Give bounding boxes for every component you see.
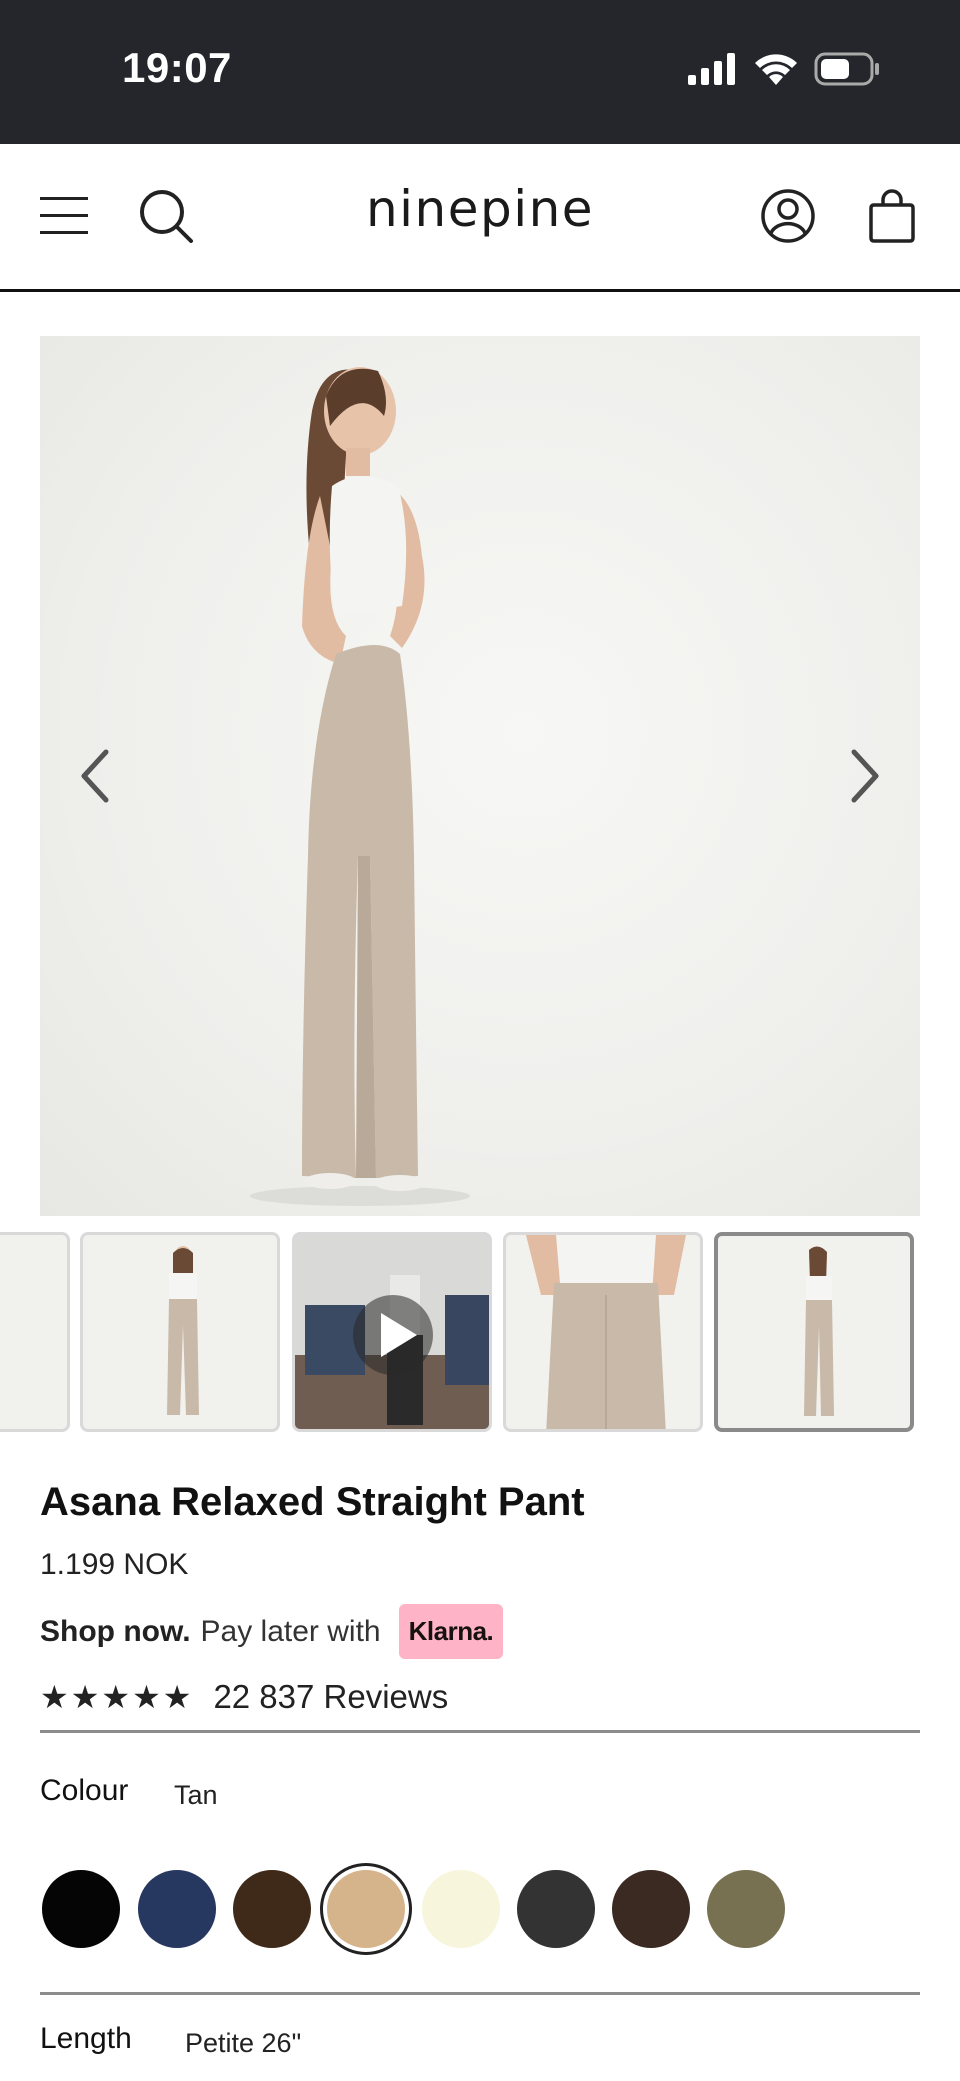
- thumbnail-front[interactable]: [80, 1232, 280, 1432]
- swatch-charcoal[interactable]: [517, 1870, 595, 1948]
- star-rating-icon: ★★★★★: [40, 1679, 194, 1715]
- length-label: Length: [40, 2022, 132, 2055]
- thumbnail-strip: [0, 1232, 960, 1436]
- product-title: Asana Relaxed Straight Pant: [40, 1480, 585, 1524]
- site-header: ninepine: [0, 144, 960, 292]
- battery-icon: [814, 52, 879, 86]
- wifi-icon: [755, 54, 797, 85]
- klarna-pay-later: Pay later with: [200, 1614, 381, 1648]
- length-selected-value[interactable]: Petite 26": [185, 2028, 301, 2059]
- swatch-tan[interactable]: [327, 1870, 405, 1948]
- model-back-view-image: [250, 367, 470, 1206]
- account-icon[interactable]: [758, 186, 818, 246]
- next-image-arrow[interactable]: [836, 736, 896, 816]
- swatch-black[interactable]: [42, 1870, 120, 1948]
- divider: [40, 1992, 920, 1995]
- swatch-navy[interactable]: [138, 1870, 216, 1948]
- colour-swatches: [0, 1864, 960, 1960]
- status-bar: 19:07: [0, 0, 960, 144]
- thumbnail-video[interactable]: [292, 1232, 492, 1432]
- cart-bag-icon[interactable]: [862, 186, 922, 246]
- colour-label: Colour: [40, 1774, 129, 1807]
- prev-image-arrow[interactable]: [64, 736, 124, 816]
- swatch-chocolate[interactable]: [233, 1870, 311, 1948]
- thumbnail-detail[interactable]: [503, 1232, 703, 1432]
- klarna-row[interactable]: Shop now. Pay later with Klarna.: [40, 1604, 504, 1659]
- status-time: 19:07: [122, 44, 232, 91]
- swatch-espresso[interactable]: [612, 1870, 690, 1948]
- status-icons: [688, 52, 880, 86]
- product-main-image[interactable]: [40, 336, 920, 1216]
- colour-selected-value: Tan: [174, 1780, 218, 1810]
- divider: [40, 1730, 920, 1733]
- swatch-olive[interactable]: [707, 1870, 785, 1948]
- signal-icon: [688, 53, 735, 85]
- chevron-left-icon: [81, 749, 109, 803]
- chevron-right-icon: [851, 749, 879, 803]
- rating-row[interactable]: ★★★★★ 22 837 Reviews: [40, 1678, 448, 1716]
- klarna-shop-now: Shop now.: [40, 1614, 191, 1648]
- thumbnail-back-selected[interactable]: [714, 1232, 914, 1432]
- reviews-count[interactable]: 22 837 Reviews: [213, 1678, 448, 1716]
- product-price: 1.199 NOK: [40, 1548, 189, 1581]
- klarna-badge[interactable]: Klarna.: [398, 1604, 504, 1659]
- swatch-cream[interactable]: [422, 1870, 500, 1948]
- thumbnail-partial[interactable]: [0, 1232, 70, 1432]
